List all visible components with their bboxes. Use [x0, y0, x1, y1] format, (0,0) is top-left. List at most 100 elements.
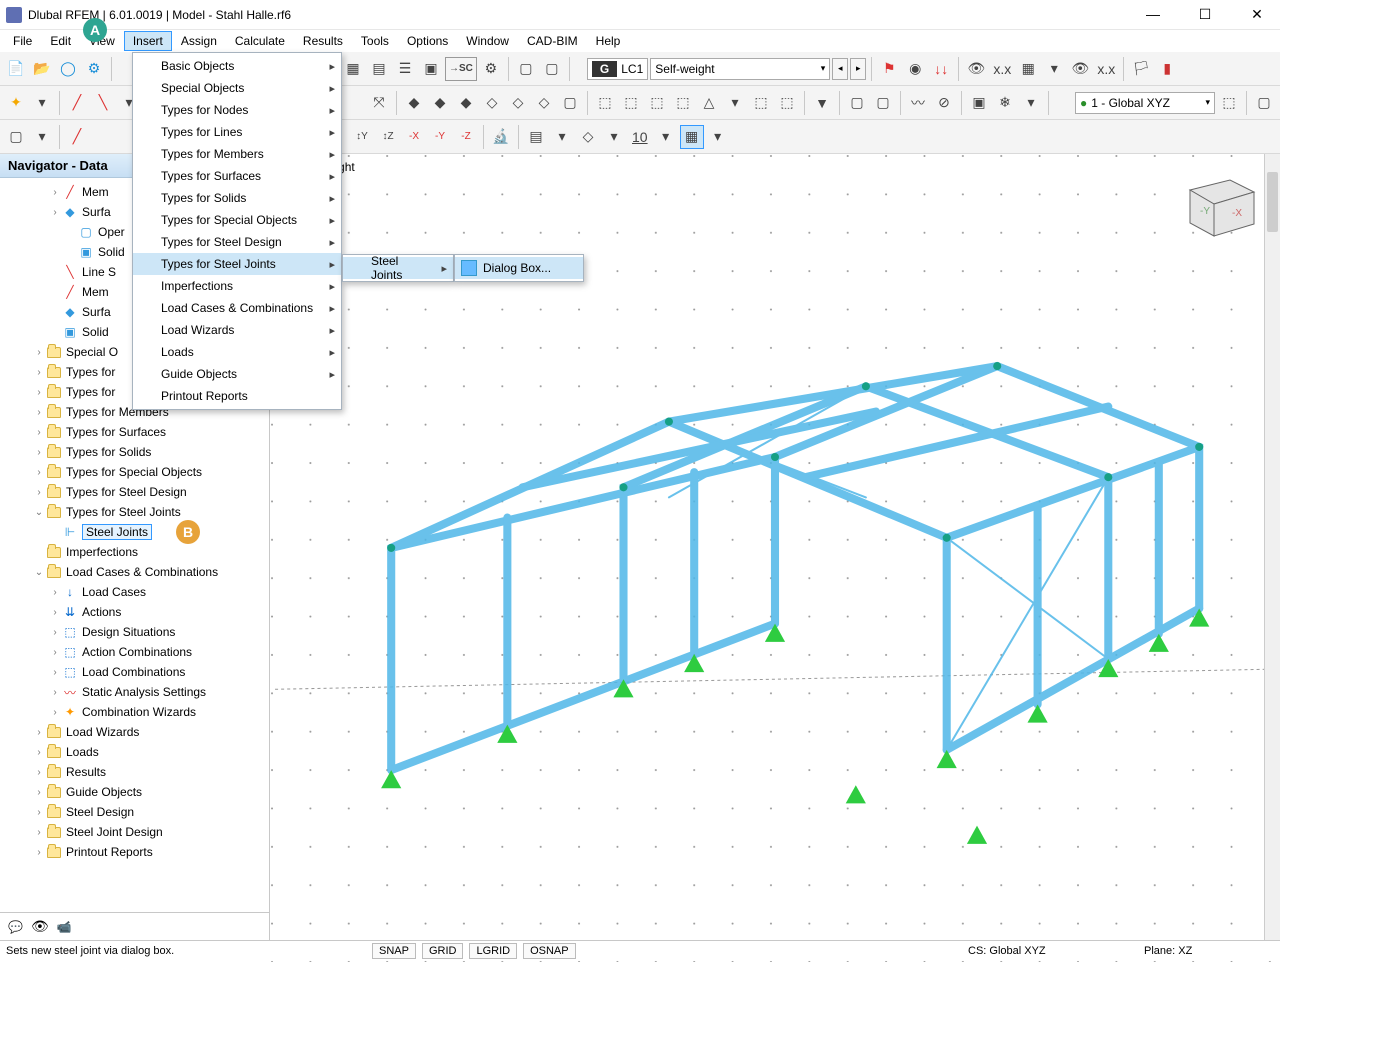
- p1-icon[interactable]: ◆: [402, 91, 426, 115]
- menu-assign[interactable]: Assign: [172, 31, 226, 51]
- view2-icon[interactable]: x.x: [990, 57, 1014, 81]
- settings-icon[interactable]: ⚙: [479, 57, 503, 81]
- line2-icon[interactable]: ╲: [91, 91, 115, 115]
- menu-item-load-cases---combinations[interactable]: Load Cases & Combinations: [133, 297, 341, 319]
- micro-icon[interactable]: 🔬: [489, 125, 513, 149]
- q4-icon[interactable]: ⬚: [671, 91, 695, 115]
- tree-item[interactable]: ⌄Types for Steel Joints: [0, 502, 269, 522]
- view-cube[interactable]: -Y -X: [1172, 168, 1262, 243]
- book-icon[interactable]: ▮: [1155, 57, 1179, 81]
- tree-item[interactable]: ›Types for Special Objects: [0, 462, 269, 482]
- tree-item[interactable]: ›Loads: [0, 742, 269, 762]
- menu-calculate[interactable]: Calculate: [226, 31, 294, 51]
- tree-item[interactable]: ›〰Static Analysis Settings: [0, 682, 269, 702]
- table-icon[interactable]: ▦: [341, 57, 365, 81]
- menu-item-basic-objects[interactable]: Basic Objects: [133, 55, 341, 77]
- cell1-icon[interactable]: ▢: [514, 57, 538, 81]
- view1-icon[interactable]: 👁: [964, 57, 988, 81]
- menu-tools[interactable]: Tools: [352, 31, 398, 51]
- ax-mz-icon[interactable]: -Z: [454, 125, 478, 149]
- loadcase-select[interactable]: Self-weight▾: [650, 58, 830, 80]
- menu-item-types-for-members[interactable]: Types for Members: [133, 143, 341, 165]
- new-icon[interactable]: 📄: [4, 57, 28, 81]
- tree-item[interactable]: ›✦Combination Wizards: [0, 702, 269, 722]
- sc-icon[interactable]: →SC: [445, 57, 477, 81]
- star-icon[interactable]: ✦: [4, 91, 28, 115]
- tree-item[interactable]: ›Types for Steel Design: [0, 482, 269, 502]
- list-icon[interactable]: ☰: [393, 57, 417, 81]
- menu-file[interactable]: File: [4, 31, 41, 51]
- tree-item[interactable]: ›Guide Objects: [0, 782, 269, 802]
- menu-item-types-for-surfaces[interactable]: Types for Surfaces: [133, 165, 341, 187]
- insert-menu-dropdown[interactable]: Basic ObjectsSpecial ObjectsTypes for No…: [132, 52, 342, 410]
- sect-icon[interactable]: ⊘: [932, 91, 956, 115]
- menu-item-imperfections[interactable]: Imperfections: [133, 275, 341, 297]
- tree-item[interactable]: ›⬚Load Combinations: [0, 662, 269, 682]
- close-button[interactable]: ✕: [1240, 6, 1274, 23]
- plane-icon[interactable]: ◇: [576, 125, 600, 149]
- view3-icon[interactable]: ▦: [1016, 57, 1040, 81]
- menu-item-load-wizards[interactable]: Load Wizards: [133, 319, 341, 341]
- dialog-box-submenu[interactable]: Dialog Box...: [454, 254, 584, 282]
- menu-window[interactable]: Window: [457, 31, 518, 51]
- menu-edit[interactable]: Edit: [41, 31, 80, 51]
- navigator-display-icon[interactable]: 👁: [31, 918, 49, 935]
- tree-item[interactable]: Imperfections: [0, 542, 269, 562]
- menu-item-types-for-solids[interactable]: Types for Solids: [133, 187, 341, 209]
- p5-icon[interactable]: ◇: [506, 91, 530, 115]
- s1-icon[interactable]: ▢: [845, 91, 869, 115]
- menu-results[interactable]: Results: [294, 31, 352, 51]
- tri-icon[interactable]: △: [697, 91, 721, 115]
- q5-icon[interactable]: ▾: [723, 91, 747, 115]
- stack-dd-icon[interactable]: ▾: [550, 125, 574, 149]
- menu-item-special-objects[interactable]: Special Objects: [133, 77, 341, 99]
- dd-icon[interactable]: ▾: [1019, 91, 1043, 115]
- menu-item-loads[interactable]: Loads: [133, 341, 341, 363]
- maximize-button[interactable]: ☐: [1188, 6, 1222, 23]
- grid-icon[interactable]: ▤: [367, 57, 391, 81]
- minimize-button[interactable]: —: [1136, 6, 1170, 23]
- pt-icon[interactable]: ╱: [65, 125, 89, 149]
- cell2-icon[interactable]: ▢: [540, 57, 564, 81]
- p4-icon[interactable]: ◇: [480, 91, 504, 115]
- tree-item[interactable]: ›Results: [0, 762, 269, 782]
- axes-icon[interactable]: ⬚: [1217, 91, 1241, 115]
- gear-icon[interactable]: ⚙: [82, 57, 106, 81]
- q6-icon[interactable]: ⬚: [749, 91, 773, 115]
- menu-item-types-for-steel-design[interactable]: Types for Steel Design: [133, 231, 341, 253]
- coord-system-select[interactable]: ●1 - Global XYZ▾: [1075, 92, 1215, 114]
- p6-icon[interactable]: ◇: [532, 91, 556, 115]
- curve-icon[interactable]: 〰: [906, 91, 930, 115]
- plane-dd-icon[interactable]: ▾: [602, 125, 626, 149]
- ax-my-icon[interactable]: -Y: [428, 125, 452, 149]
- navigator-data-icon[interactable]: 💬: [8, 920, 23, 934]
- tree-item[interactable]: ›Steel Design: [0, 802, 269, 822]
- tree-item[interactable]: ⌄Load Cases & Combinations: [0, 562, 269, 582]
- view4-icon[interactable]: ▾: [1042, 57, 1066, 81]
- menu-item-types-for-lines[interactable]: Types for Lines: [133, 121, 341, 143]
- wp-dd-icon[interactable]: ▾: [706, 125, 730, 149]
- menu-item-types-for-nodes[interactable]: Types for Nodes: [133, 99, 341, 121]
- tree-item[interactable]: ›Printout Reports: [0, 842, 269, 862]
- wp-icon[interactable]: ▦: [680, 125, 704, 149]
- menu-item-printout-reports[interactable]: Printout Reports: [133, 385, 341, 407]
- cloud-icon[interactable]: ◯: [56, 57, 80, 81]
- tree-item[interactable]: ›⬚Action Combinations: [0, 642, 269, 662]
- tree-item[interactable]: ⊩Steel JointsB: [0, 522, 269, 542]
- menu-item-dialog-box---[interactable]: Dialog Box...: [455, 257, 583, 279]
- q3-icon[interactable]: ⬚: [645, 91, 669, 115]
- p3-icon[interactable]: ◆: [454, 91, 478, 115]
- flag2-icon[interactable]: 🏳: [1129, 57, 1153, 81]
- menu-item-types-for-steel-joints[interactable]: Types for Steel Joints: [133, 253, 341, 275]
- q7-icon[interactable]: ⬚: [775, 91, 799, 115]
- tree-item[interactable]: ›↓Load Cases: [0, 582, 269, 602]
- q2-icon[interactable]: ⬚: [619, 91, 643, 115]
- line1-icon[interactable]: ╱: [65, 91, 89, 115]
- open-icon[interactable]: 📂: [30, 57, 54, 81]
- last-icon[interactable]: ▢: [1252, 91, 1276, 115]
- loads-icon[interactable]: ↓↓: [929, 57, 953, 81]
- tree-item[interactable]: ›Types for Surfaces: [0, 422, 269, 442]
- tree-item[interactable]: ›Load Wizards: [0, 722, 269, 742]
- tree-item[interactable]: ›⬚Design Situations: [0, 622, 269, 642]
- filter-icon[interactable]: ▼: [810, 91, 834, 115]
